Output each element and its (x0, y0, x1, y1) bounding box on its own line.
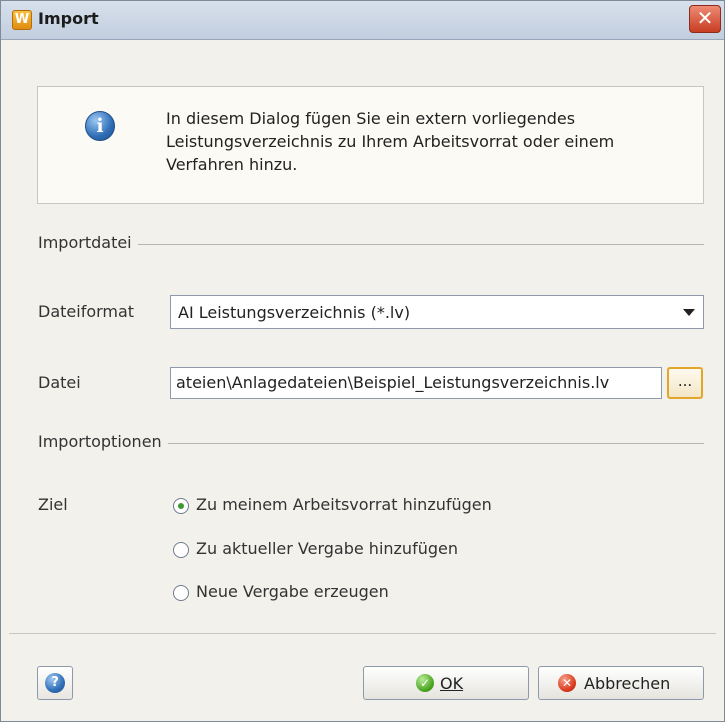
ok-label: OK (440, 674, 464, 693)
section-heading-importdatei: Importdatei (38, 233, 138, 252)
app-icon: W (12, 10, 32, 30)
radio-label: Zu aktueller Vergabe hinzufügen (196, 539, 458, 558)
help-icon: ? (45, 673, 65, 693)
file-path-input[interactable]: ateien\Anlagedateien\Beispiel_Leistungsv… (170, 367, 662, 399)
title-bar[interactable]: W Import ✕ (1, 1, 724, 40)
help-button[interactable]: ? (37, 666, 73, 700)
cancel-button[interactable]: ✕ Abbrechen (538, 666, 704, 700)
checkmark-icon: ✓ (416, 674, 434, 692)
close-button[interactable]: ✕ (689, 5, 721, 33)
radio-label: Neue Vergabe erzeugen (196, 582, 389, 601)
info-text: In diesem Dialog fügen Sie ein extern vo… (166, 109, 615, 174)
close-icon: ✕ (696, 6, 714, 30)
radio-selected-dot (178, 503, 184, 509)
format-label: Dateiformat (38, 302, 135, 321)
file-label: Datei (38, 373, 81, 392)
radio-button[interactable] (173, 542, 189, 558)
target-label: Ziel (38, 495, 68, 514)
cancel-icon: ✕ (558, 674, 576, 692)
radio-button[interactable] (173, 498, 189, 514)
dialog-title: Import (38, 9, 99, 28)
browse-button[interactable]: ... (667, 367, 703, 399)
footer-divider (9, 633, 716, 634)
info-panel: i In diesem Dialog fügen Sie ein extern … (37, 86, 704, 204)
chevron-down-icon (683, 309, 695, 316)
import-dialog: W Import ✕ i In diesem Dialog fügen Sie … (0, 0, 725, 722)
format-select[interactable]: AI Leistungsverzeichnis (*.lv) (170, 295, 704, 329)
radio-button[interactable] (173, 585, 189, 601)
section-heading-importoptionen: Importoptionen (38, 432, 168, 451)
section-divider (38, 244, 704, 245)
radio-label: Zu meinem Arbeitsvorrat hinzufügen (196, 495, 492, 514)
cancel-label: Abbrechen (584, 674, 671, 693)
format-select-value: AI Leistungsverzeichnis (*.lv) (178, 303, 411, 322)
info-icon: i (85, 111, 115, 141)
ok-button[interactable]: ✓ OK (363, 666, 529, 700)
